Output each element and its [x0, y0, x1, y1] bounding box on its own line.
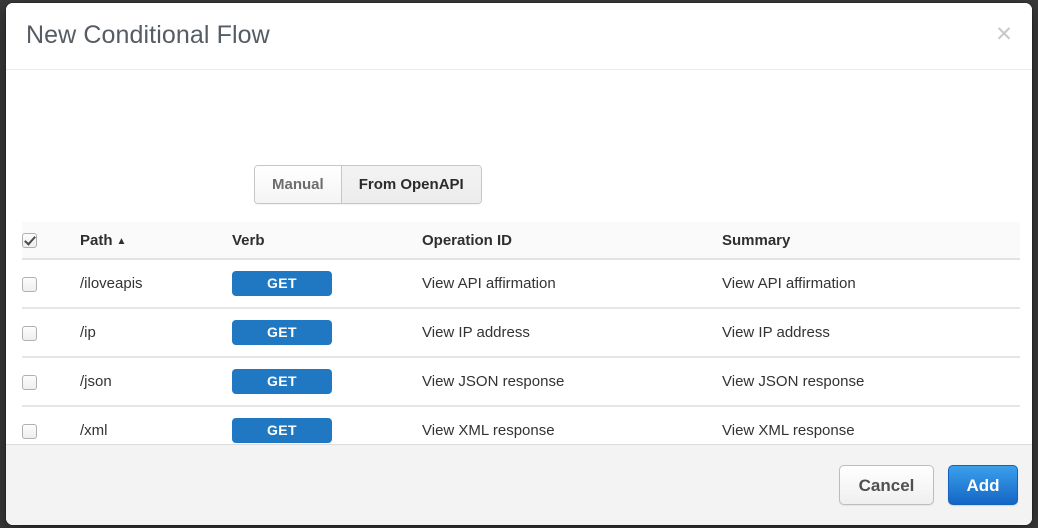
- row-summary: View API affirmation: [722, 259, 1020, 308]
- row-select-cell: [22, 357, 80, 406]
- column-header-summary[interactable]: Summary: [722, 222, 1020, 259]
- row-checkbox[interactable]: [22, 375, 37, 390]
- row-operation-id: View JSON response: [422, 357, 722, 406]
- row-summary: View JSON response: [722, 357, 1020, 406]
- row-checkbox[interactable]: [22, 326, 37, 341]
- dialog-footer: Cancel Add: [6, 444, 1032, 525]
- row-verb-cell: GET: [232, 357, 422, 406]
- verb-badge[interactable]: GET: [232, 418, 332, 443]
- row-summary: View IP address: [722, 308, 1020, 357]
- close-icon[interactable]: ✕: [993, 23, 1015, 45]
- verb-badge[interactable]: GET: [232, 369, 332, 394]
- row-select-cell: [22, 308, 80, 357]
- select-all-checkbox[interactable]: [22, 233, 37, 248]
- row-select-cell: [22, 259, 80, 308]
- dialog-header: New Conditional Flow ✕: [6, 3, 1032, 70]
- row-operation-id: View API affirmation: [422, 259, 722, 308]
- row-operation-id: View IP address: [422, 308, 722, 357]
- dialog-body: Manual From OpenAPI Path▲ Ver: [6, 70, 1032, 444]
- column-header-verb[interactable]: Verb: [232, 222, 422, 259]
- row-path: /iloveapis: [80, 259, 232, 308]
- row-checkbox[interactable]: [22, 424, 37, 439]
- column-header-operation-id[interactable]: Operation ID: [422, 222, 722, 259]
- verb-badge[interactable]: GET: [232, 271, 332, 296]
- row-path: /json: [80, 357, 232, 406]
- tab-manual[interactable]: Manual: [255, 166, 341, 203]
- table-header-row: Path ▲ Verb Operation ID Summary: [22, 222, 1020, 259]
- row-verb-cell: GET: [232, 259, 422, 308]
- column-header-path[interactable]: Path ▲: [80, 222, 232, 259]
- cancel-button[interactable]: Cancel: [839, 465, 934, 505]
- table-row[interactable]: /json GET View JSON response View JSON r…: [22, 357, 1020, 406]
- column-header-path-label: Path: [80, 232, 113, 249]
- operations-table: Path ▲ Verb Operation ID Summary /iloveap…: [22, 222, 1020, 456]
- page-title: New Conditional Flow: [26, 21, 270, 50]
- row-verb-cell: GET: [232, 308, 422, 357]
- tab-from-openapi[interactable]: From OpenAPI: [341, 166, 481, 203]
- table-row[interactable]: /iloveapis GET View API affirmation View…: [22, 259, 1020, 308]
- row-checkbox[interactable]: [22, 277, 37, 292]
- row-path: /ip: [80, 308, 232, 357]
- table-row[interactable]: /ip GET View IP address View IP address: [22, 308, 1020, 357]
- source-mode-toggle-group: Manual From OpenAPI: [254, 165, 482, 204]
- verb-badge[interactable]: GET: [232, 320, 332, 345]
- select-all-header: [22, 222, 80, 259]
- add-button[interactable]: Add: [948, 465, 1018, 505]
- sort-ascending-icon: ▲: [117, 236, 127, 247]
- new-conditional-flow-dialog: New Conditional Flow ✕ Manual From OpenA…: [6, 3, 1032, 525]
